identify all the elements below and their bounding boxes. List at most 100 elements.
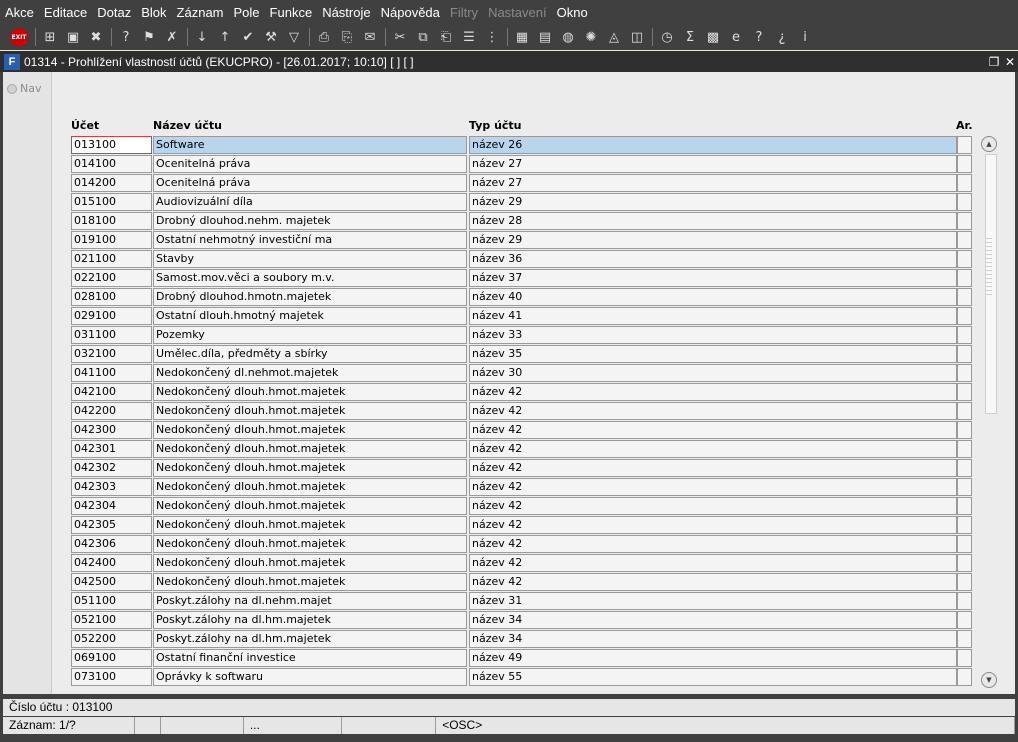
account-type-cell[interactable]: název 49: [469, 649, 957, 667]
account-name-cell[interactable]: Audiovizuální díla: [153, 193, 467, 211]
ar-checkbox[interactable]: [957, 497, 972, 515]
account-cell[interactable]: 018100: [71, 212, 152, 230]
account-name-cell[interactable]: Umělec.díla, předměty a sbírky: [153, 345, 467, 363]
calculator-icon[interactable]: ▦: [512, 27, 532, 47]
nav-radio[interactable]: Nav: [7, 82, 41, 95]
ar-checkbox[interactable]: [957, 630, 972, 648]
account-type-cell[interactable]: název 34: [469, 611, 957, 629]
account-type-cell[interactable]: název 42: [469, 554, 957, 572]
ar-checkbox[interactable]: [957, 573, 972, 591]
account-cell[interactable]: 021100: [71, 250, 152, 268]
globe-icon[interactable]: ◍: [558, 27, 578, 47]
account-type-cell[interactable]: název 42: [469, 459, 957, 477]
account-type-cell[interactable]: název 34: [469, 630, 957, 648]
account-type-cell[interactable]: název 28: [469, 212, 957, 230]
menu-item-0[interactable]: Akce: [0, 5, 39, 20]
account-name-cell[interactable]: Nedokončený dlouh.hmot.majetek: [153, 402, 467, 420]
account-cell[interactable]: 032100: [71, 345, 152, 363]
account-type-cell[interactable]: název 35: [469, 345, 957, 363]
account-name-cell[interactable]: Nedokončený dlouh.hmot.majetek: [153, 421, 467, 439]
account-cell[interactable]: 052200: [71, 630, 152, 648]
account-type-cell[interactable]: název 36: [469, 250, 957, 268]
insert-record-icon[interactable]: ⊞: [40, 27, 60, 47]
ar-checkbox[interactable]: [957, 402, 972, 420]
account-cell[interactable]: 042200: [71, 402, 152, 420]
ie-icon[interactable]: e: [726, 27, 746, 47]
account-name-cell[interactable]: Ocenitelná práva: [153, 155, 467, 173]
account-cell[interactable]: 069100: [71, 649, 152, 667]
account-cell[interactable]: 022100: [71, 269, 152, 287]
account-type-cell[interactable]: název 42: [469, 383, 957, 401]
help-icon[interactable]: ?: [749, 27, 769, 47]
tree-icon[interactable]: ⋮: [482, 27, 502, 47]
account-cell[interactable]: 042300: [71, 421, 152, 439]
account-name-cell[interactable]: Drobný dlouhod.hmotn.majetek: [153, 288, 467, 306]
account-cell[interactable]: 042303: [71, 478, 152, 496]
ar-checkbox[interactable]: [957, 478, 972, 496]
account-name-cell[interactable]: Nedokončený dlouh.hmot.majetek: [153, 459, 467, 477]
execute-query-icon[interactable]: ⚑: [139, 27, 159, 47]
account-cell[interactable]: 041100: [71, 364, 152, 382]
exit-button[interactable]: EXIT: [8, 27, 30, 47]
account-cell[interactable]: 042304: [71, 497, 152, 515]
account-name-cell[interactable]: Nedokončený dlouh.hmot.majetek: [153, 573, 467, 591]
vertical-scrollbar[interactable]: ▲ ▼: [981, 136, 997, 688]
ar-checkbox[interactable]: [957, 611, 972, 629]
account-type-cell[interactable]: název 42: [469, 516, 957, 534]
account-name-cell[interactable]: Poskyt.zálohy na dl.hm.majetek: [153, 630, 467, 648]
ar-checkbox[interactable]: [957, 345, 972, 363]
account-cell[interactable]: 028100: [71, 288, 152, 306]
account-type-cell[interactable]: název 26: [469, 136, 957, 154]
clock-icon[interactable]: ◷: [657, 27, 677, 47]
menu-item-11[interactable]: Okno: [552, 5, 593, 20]
account-cell[interactable]: 042100: [71, 383, 152, 401]
account-name-cell[interactable]: Drobný dlouhod.nehm. majetek: [153, 212, 467, 230]
account-type-cell[interactable]: název 40: [469, 288, 957, 306]
excel-icon[interactable]: ▩: [703, 27, 723, 47]
account-cell[interactable]: 013100: [71, 136, 152, 154]
cut-icon[interactable]: ✂: [390, 27, 410, 47]
menu-item-6[interactable]: Funkce: [265, 5, 318, 20]
sort-desc-icon[interactable]: ↑: [215, 27, 235, 47]
account-cell[interactable]: 014200: [71, 174, 152, 192]
ar-checkbox[interactable]: [957, 155, 972, 173]
menu-item-8[interactable]: Nápověda: [376, 5, 445, 20]
document-icon[interactable]: ▤: [535, 27, 555, 47]
account-cell[interactable]: 015100: [71, 193, 152, 211]
save-icon[interactable]: ▣: [63, 27, 83, 47]
menu-item-3[interactable]: Blok: [136, 5, 171, 20]
account-type-cell[interactable]: název 27: [469, 174, 957, 192]
ar-checkbox[interactable]: [957, 554, 972, 572]
account-name-cell[interactable]: Samost.mov.věci a soubory m.v.: [153, 269, 467, 287]
ar-checkbox[interactable]: [957, 288, 972, 306]
ar-checkbox[interactable]: [957, 269, 972, 287]
list-icon[interactable]: ☰: [459, 27, 479, 47]
scroll-up-icon[interactable]: ▲: [981, 136, 997, 152]
ar-checkbox[interactable]: [957, 440, 972, 458]
account-name-cell[interactable]: Ostatní finanční investice: [153, 649, 467, 667]
sum-icon[interactable]: Σ: [680, 27, 700, 47]
print-preview-icon[interactable]: ⎘: [337, 27, 357, 47]
account-name-cell[interactable]: Nedokončený dlouh.hmot.majetek: [153, 516, 467, 534]
account-name-cell[interactable]: Nedokončený dlouh.hmot.majetek: [153, 478, 467, 496]
account-name-cell[interactable]: Nedokončený dlouh.hmot.majetek: [153, 535, 467, 553]
account-name-cell[interactable]: Nedokončený dlouh.hmot.majetek: [153, 497, 467, 515]
account-cell[interactable]: 073100: [71, 668, 152, 686]
menu-item-7[interactable]: Nástroje: [317, 5, 375, 20]
account-cell[interactable]: 042305: [71, 516, 152, 534]
cancel-query-icon[interactable]: ✗: [162, 27, 182, 47]
account-name-cell[interactable]: Poskyt.zálohy na dl.nehm.majet: [153, 592, 467, 610]
menu-item-4[interactable]: Záznam: [172, 5, 229, 20]
delete-record-icon[interactable]: ✖: [86, 27, 106, 47]
account-name-cell[interactable]: Pozemky: [153, 326, 467, 344]
ar-checkbox[interactable]: [957, 307, 972, 325]
account-name-cell[interactable]: Ostatní nehmotný investiční ma: [153, 231, 467, 249]
account-cell[interactable]: 042500: [71, 573, 152, 591]
account-name-cell[interactable]: Stavby: [153, 250, 467, 268]
account-type-cell[interactable]: název 41: [469, 307, 957, 325]
account-type-cell[interactable]: název 30: [469, 364, 957, 382]
ar-checkbox[interactable]: [957, 592, 972, 610]
account-type-cell[interactable]: název 42: [469, 497, 957, 515]
account-type-cell[interactable]: název 29: [469, 193, 957, 211]
menu-item-5[interactable]: Pole: [229, 5, 265, 20]
